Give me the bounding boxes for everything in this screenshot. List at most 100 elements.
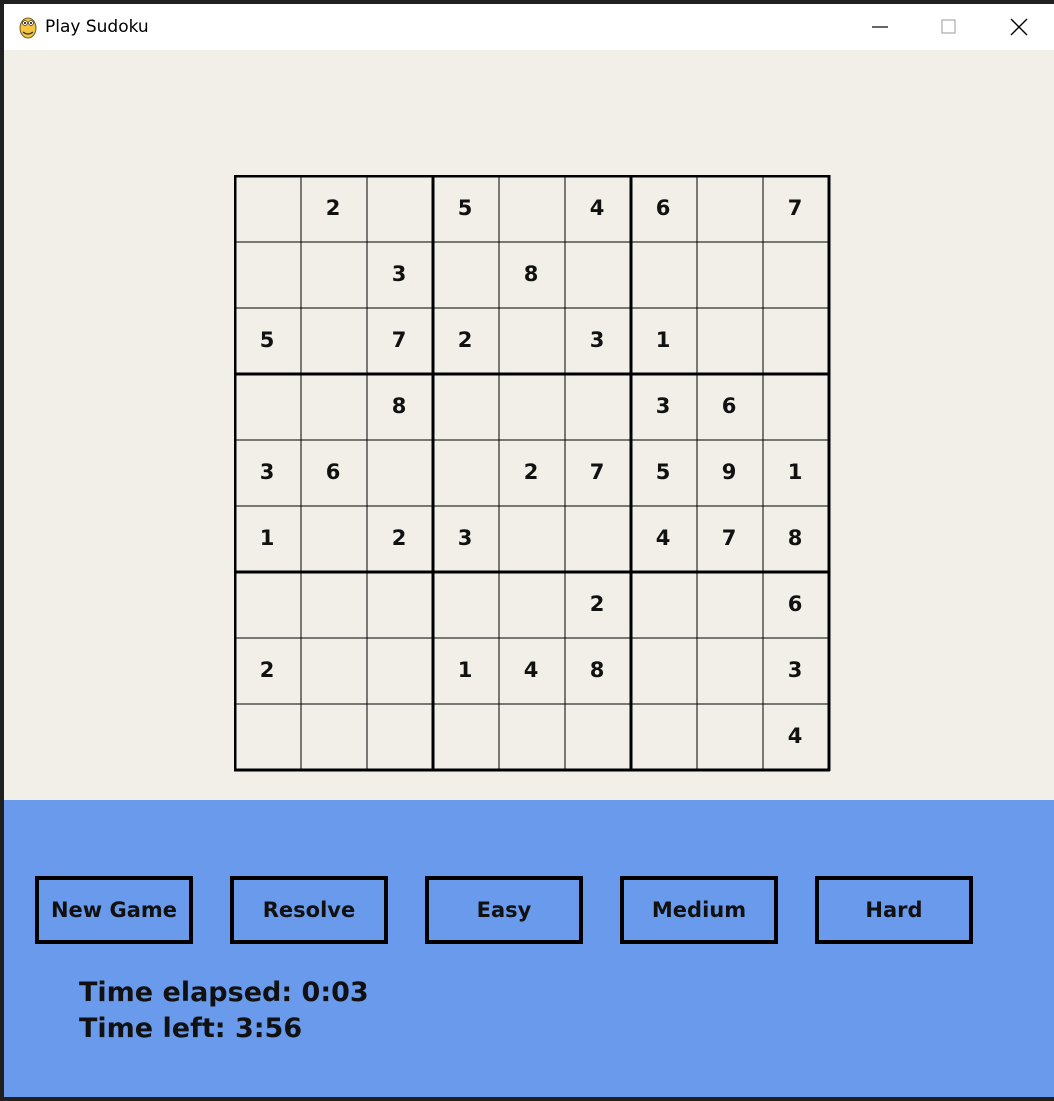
python-logo-icon: [19, 17, 37, 39]
sudoku-cell[interactable]: [432, 241, 498, 307]
sudoku-cell[interactable]: [498, 373, 564, 439]
sudoku-cell[interactable]: [366, 637, 432, 703]
control-panel: New Game Resolve Easy Medium Hard Time e…: [4, 800, 1054, 1097]
sudoku-cell[interactable]: [696, 175, 762, 241]
sudoku-cell[interactable]: [366, 571, 432, 637]
sudoku-cell[interactable]: 3: [366, 241, 432, 307]
sudoku-cell[interactable]: [234, 241, 300, 307]
sudoku-cell[interactable]: 7: [564, 439, 630, 505]
sudoku-cell[interactable]: 8: [564, 637, 630, 703]
sudoku-cell[interactable]: 3: [234, 439, 300, 505]
sudoku-cell[interactable]: 3: [432, 505, 498, 571]
sudoku-cell[interactable]: [300, 703, 366, 769]
sudoku-cell[interactable]: 7: [762, 175, 828, 241]
sudoku-cell[interactable]: 3: [762, 637, 828, 703]
sudoku-cell[interactable]: 2: [300, 175, 366, 241]
sudoku-cell[interactable]: [432, 373, 498, 439]
sudoku-cell[interactable]: 6: [696, 373, 762, 439]
sudoku-cell[interactable]: 8: [366, 373, 432, 439]
sudoku-cell[interactable]: 2: [366, 505, 432, 571]
sudoku-cell[interactable]: 6: [762, 571, 828, 637]
new-game-button[interactable]: New Game: [35, 876, 193, 944]
close-icon: [1010, 18, 1028, 36]
sudoku-board[interactable]: 254673857231836362759112347826214834: [234, 175, 832, 773]
sudoku-cell[interactable]: [630, 571, 696, 637]
sudoku-cell[interactable]: [630, 703, 696, 769]
sudoku-cell[interactable]: 5: [630, 439, 696, 505]
sudoku-cell[interactable]: 3: [564, 307, 630, 373]
sudoku-cell[interactable]: [300, 637, 366, 703]
sudoku-cell[interactable]: 4: [564, 175, 630, 241]
sudoku-cell[interactable]: 8: [762, 505, 828, 571]
sudoku-cell[interactable]: [300, 571, 366, 637]
sudoku-cell[interactable]: 2: [564, 571, 630, 637]
sudoku-cell[interactable]: [696, 241, 762, 307]
sudoku-cell[interactable]: [300, 241, 366, 307]
sudoku-cell[interactable]: 6: [300, 439, 366, 505]
sudoku-cell[interactable]: 6: [630, 175, 696, 241]
board-area: 254673857231836362759112347826214834: [4, 50, 1054, 800]
close-button[interactable]: [984, 4, 1054, 50]
sudoku-cell[interactable]: 5: [432, 175, 498, 241]
maximize-icon: [941, 19, 956, 34]
time-elapsed-label: Time elapsed:: [79, 977, 293, 1008]
sudoku-cell[interactable]: 4: [498, 637, 564, 703]
sudoku-cell[interactable]: 4: [630, 505, 696, 571]
sudoku-cell[interactable]: 5: [234, 307, 300, 373]
minimize-icon: [872, 26, 888, 28]
sudoku-cell[interactable]: 1: [630, 307, 696, 373]
sudoku-cell[interactable]: [300, 373, 366, 439]
sudoku-cell[interactable]: [498, 703, 564, 769]
easy-button[interactable]: Easy: [425, 876, 583, 944]
sudoku-cell[interactable]: [432, 703, 498, 769]
sudoku-cell[interactable]: 7: [366, 307, 432, 373]
sudoku-cell[interactable]: [762, 241, 828, 307]
sudoku-cell[interactable]: 1: [234, 505, 300, 571]
sudoku-cell[interactable]: [564, 505, 630, 571]
sudoku-cell[interactable]: [432, 571, 498, 637]
sudoku-cell[interactable]: [498, 307, 564, 373]
sudoku-cell[interactable]: 2: [234, 637, 300, 703]
sudoku-cell[interactable]: [564, 703, 630, 769]
sudoku-cell[interactable]: [234, 175, 300, 241]
sudoku-cell[interactable]: 4: [762, 703, 828, 769]
sudoku-cell[interactable]: [234, 571, 300, 637]
resolve-button[interactable]: Resolve: [230, 876, 388, 944]
minimize-button[interactable]: [845, 4, 915, 50]
sudoku-cell[interactable]: [300, 307, 366, 373]
sudoku-cell[interactable]: [762, 307, 828, 373]
sudoku-cell[interactable]: [234, 703, 300, 769]
sudoku-cell[interactable]: [366, 175, 432, 241]
sudoku-cell[interactable]: [498, 505, 564, 571]
sudoku-cell[interactable]: [498, 571, 564, 637]
sudoku-cell[interactable]: [498, 175, 564, 241]
sudoku-cell[interactable]: [366, 439, 432, 505]
sudoku-cell[interactable]: 3: [630, 373, 696, 439]
sudoku-cell[interactable]: [696, 703, 762, 769]
game-window: Play Sudoku 2546738572318363627591123478…: [0, 0, 1054, 1101]
sudoku-cell[interactable]: [564, 373, 630, 439]
sudoku-cell[interactable]: 1: [432, 637, 498, 703]
sudoku-cell[interactable]: 9: [696, 439, 762, 505]
sudoku-cell[interactable]: [696, 571, 762, 637]
sudoku-cell[interactable]: [564, 241, 630, 307]
medium-button[interactable]: Medium: [620, 876, 778, 944]
sudoku-cell[interactable]: [762, 373, 828, 439]
sudoku-cell[interactable]: [300, 505, 366, 571]
sudoku-cell[interactable]: [696, 637, 762, 703]
sudoku-cell[interactable]: 7: [696, 505, 762, 571]
sudoku-cell[interactable]: [366, 703, 432, 769]
title-bar[interactable]: Play Sudoku: [4, 4, 1054, 50]
sudoku-cell[interactable]: 2: [498, 439, 564, 505]
hard-button[interactable]: Hard: [815, 876, 973, 944]
sudoku-cell[interactable]: [234, 373, 300, 439]
sudoku-cell[interactable]: 1: [762, 439, 828, 505]
time-left: Time left: 3:56: [79, 1013, 302, 1044]
sudoku-cell[interactable]: [696, 307, 762, 373]
sudoku-cell[interactable]: [630, 241, 696, 307]
sudoku-cell[interactable]: [630, 637, 696, 703]
sudoku-cell[interactable]: 2: [432, 307, 498, 373]
sudoku-cell[interactable]: 8: [498, 241, 564, 307]
sudoku-cell[interactable]: [432, 439, 498, 505]
maximize-button[interactable]: [914, 4, 984, 50]
